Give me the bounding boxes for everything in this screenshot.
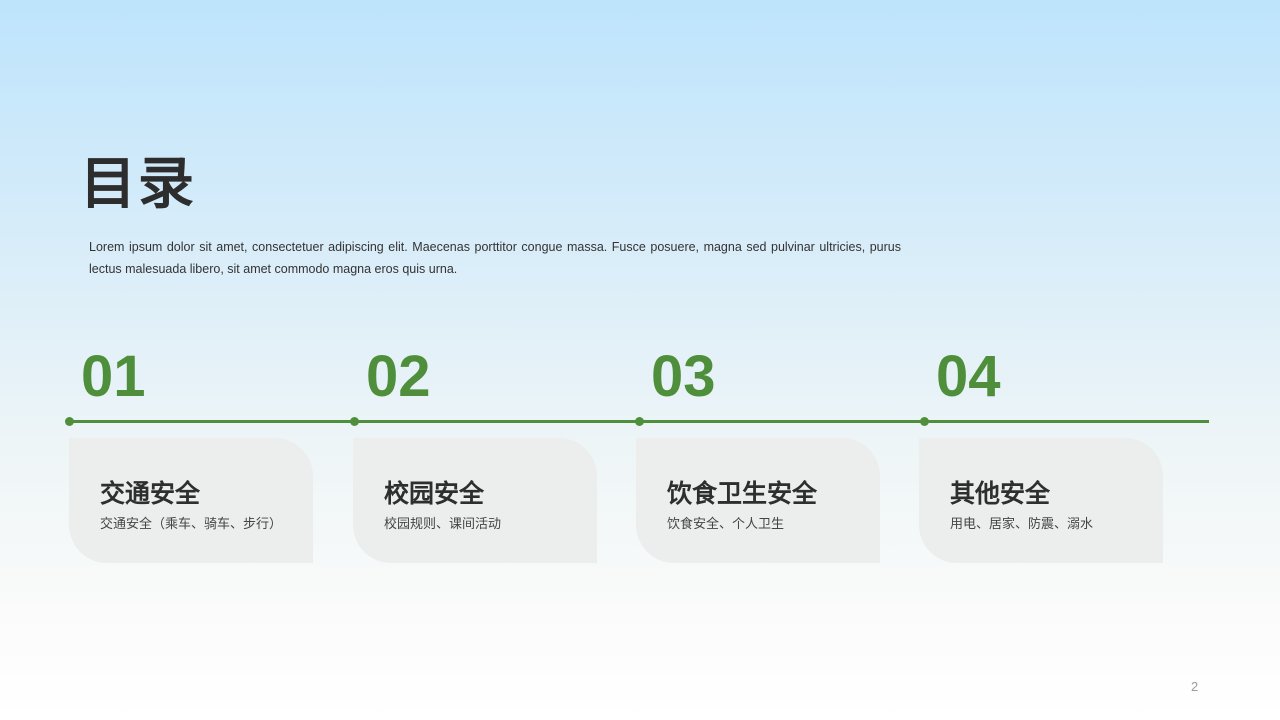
section-card-3[interactable]: 饮食卫生安全 饮食安全、个人卫生 <box>636 438 880 563</box>
section-card-title: 饮食卫生安全 <box>667 479 818 508</box>
section-number-3: 03 <box>651 344 716 409</box>
slide-title: 目录 <box>80 152 196 217</box>
timeline-dot <box>350 417 359 426</box>
section-card-subtitle: 用电、居家、防震、溺水 <box>950 517 1094 532</box>
section-card-subtitle: 校园规则、课间活动 <box>384 517 502 532</box>
section-card-subtitle: 交通安全（乘车、骑车、步行） <box>100 517 283 532</box>
section-card-2[interactable]: 校园安全 校园规则、课间活动 <box>353 438 597 563</box>
section-card-title: 其他安全 <box>950 479 1051 508</box>
timeline-dot <box>635 417 644 426</box>
section-card-1[interactable]: 交通安全 交通安全（乘车、骑车、步行） <box>69 438 313 563</box>
section-card-title: 交通安全 <box>100 479 201 508</box>
page-number: 2 <box>1191 679 1199 694</box>
intro-text: Lorem ipsum dolor sit amet, consectetuer… <box>89 240 901 276</box>
section-card-title: 校园安全 <box>384 479 485 508</box>
section-number-1: 01 <box>81 344 146 409</box>
timeline-dot <box>65 417 74 426</box>
section-number-2: 02 <box>366 344 431 409</box>
timeline-dot <box>920 417 929 426</box>
section-number-4: 04 <box>936 344 1001 409</box>
section-card-4[interactable]: 其他安全 用电、居家、防震、溺水 <box>919 438 1163 563</box>
section-card-subtitle: 饮食安全、个人卫生 <box>667 517 785 532</box>
